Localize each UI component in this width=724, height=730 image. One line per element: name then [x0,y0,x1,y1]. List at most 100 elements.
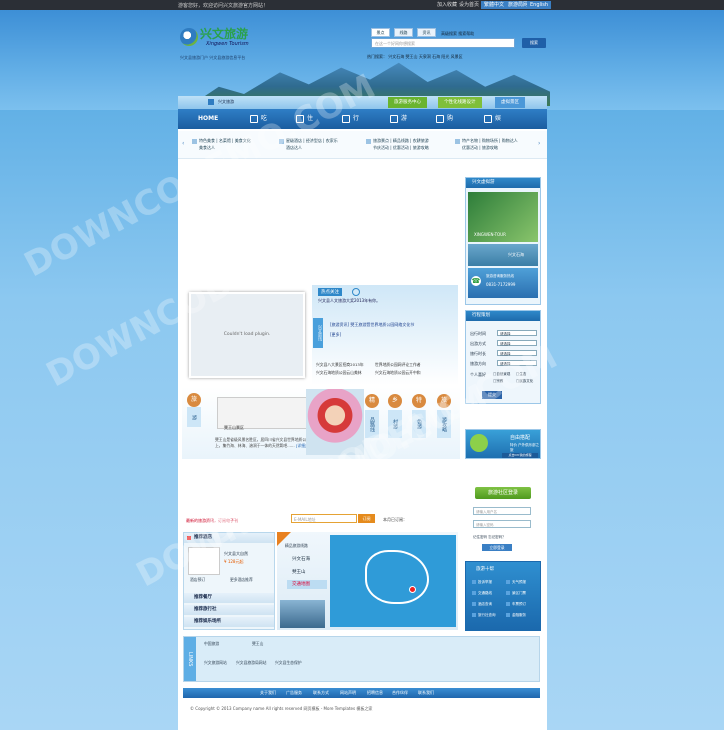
map-pin-icon[interactable] [409,586,416,593]
scenic-more-link[interactable]: [详细] [296,443,307,448]
search-tab-scenic[interactable]: 景点 [371,28,390,37]
footer-link-about[interactable]: 关于我们 [260,688,276,698]
remember-password[interactable]: 记住密码 忘记密码？ [473,535,506,540]
recommend-agency-row[interactable]: 推荐旅行社 [184,605,274,615]
top-bar: 游客您好，欢迎访问兴文旅游官方网站！ 加入收藏 设为首页 繁體中文 旅游局网 E… [0,0,724,10]
english-link[interactable]: English [527,1,552,9]
self-drive-panel[interactable]: 自由搭配 特价 户外俱乐部之旅 点击DIY我的旅程 [465,429,541,459]
news-item[interactable]: 世界地质公园网评论工作者 [375,362,421,368]
logo-icon[interactable] [180,28,198,46]
footer-link-partners[interactable]: 合作伙伴 [392,688,408,698]
hotline-banner[interactable]: ☎ 旅游咨询服务热线 0831-7172999 [468,268,538,298]
virtual-tour-image-label: XINGWEN-TOUR [474,232,506,237]
route-circle-2[interactable]: 乡 [388,394,402,408]
footer-link-contact[interactable]: 联系我们 [418,688,434,698]
footer-link-ads[interactable]: 广告服务 [286,688,302,698]
diy-badge-icon [470,434,488,452]
entertainment-icon [484,114,492,123]
link-logo-2[interactable]: 僰王山 [252,641,263,647]
friend-link-3[interactable]: 兴文县生态保护 [275,660,302,666]
finance-icon [506,613,510,617]
links-section [183,636,540,682]
planner-row-direction: 旅游方向 请选择 [470,360,537,367]
search-button[interactable]: 搜索 [522,38,546,48]
recommend-entertainment-row[interactable]: 推荐娱乐场所 [184,617,274,627]
map-thumbnail[interactable] [280,600,325,628]
map-tab-traffic[interactable]: 交通地图 [287,580,327,589]
nav-fun[interactable]: 娱 [484,109,501,129]
category-scenic[interactable]: 旅游景点 | 精品线路 | 农耕旅游 节庆活动 | 优惠活动 | 旅游攻略 [366,137,429,151]
nav-tour[interactable]: 游 [390,109,407,129]
service-tickets[interactable]: 景区门票 [506,591,526,596]
login-button[interactable]: 立即登录 [482,544,512,551]
tab-virtual-scenic[interactable]: 虚拟景区 [495,97,525,108]
email-field[interactable]: E-MAIL地址 [291,514,357,523]
news-item[interactable]: 兴文县八大景区招商2013年 [316,362,364,368]
logo-text[interactable]: 兴文旅游 [200,25,248,42]
recommend-restaurant-row[interactable]: 推荐餐厅 [184,593,274,603]
nav-shop[interactable]: 购 [436,109,453,129]
links-label: LINKS [184,637,196,681]
search-input[interactable]: 在这一个好网你想搜索 [371,38,515,48]
footer-link-statement[interactable]: 网站声明 [340,688,356,698]
hot-topic-title: 热点关注 [318,288,342,296]
hotel-icon [472,602,476,606]
headline-news[interactable]: [旅游资讯] 僰王旅游暨世界地质公园网络文化节 [330,322,414,328]
hot-topic-line[interactable]: 兴文县人文旅游大奖2013年有你。 [318,298,380,304]
link-logo-1[interactable]: 中国旅游 [204,641,219,647]
food-category-icon [192,138,197,144]
community-login-button[interactable]: 旅游社区登录 [475,487,531,499]
category-shopping[interactable]: 特产名物 | 购物场所 | 购物达人 优惠活动 | 旅游攻略 [455,137,518,151]
hot-search-words[interactable]: 热门搜索： 兴文石海 僰王山 天泉洞 石海 阳光 风景区 [367,54,463,60]
planner-row-time: 出行时间 请选择 [470,330,537,337]
password-field[interactable]: 请输入密码 [473,520,531,528]
more-hotels-link[interactable]: 更多酒店推荐 [230,577,253,583]
stone-sea-label: 兴文石海 [508,252,524,257]
stone-sea-image[interactable]: 兴文石海 [468,244,538,266]
advanced-search-link[interactable]: 高级搜索 搜索帮助 [441,31,474,37]
route-circle-1[interactable]: 精 [365,394,379,408]
search-tab-news[interactable]: 资讯 [417,28,436,37]
service-bus-ticket[interactable]: 车票预订 [506,602,526,607]
service-traffic[interactable]: 交通路线 [472,591,492,596]
tab-service-center[interactable]: 旅游服务中心 [388,97,427,108]
service-agency[interactable]: 旅行社查询 [472,613,496,618]
prev-arrow-icon[interactable]: ‹ [182,140,184,147]
friend-link-1[interactable]: 兴文旅游网站 [204,660,227,666]
service-hotel[interactable]: 酒店查询 [472,602,492,607]
news-side-label: 兴文资讯 [313,318,323,348]
cart-icon [436,114,444,123]
nav-home[interactable]: HOME [198,109,218,129]
self-drive-subtitle: 特价 户外俱乐部之旅 [510,443,540,452]
ticket-icon [506,591,510,595]
news-item[interactable]: 兴文石海地质公园云开中和 [375,370,421,376]
virtual-tour-image[interactable]: XINGWEN-TOUR [468,192,538,242]
footer-link-contact-info[interactable]: 联系方式 [313,688,329,698]
home-icon [208,99,214,105]
subscribe-button[interactable]: 订阅 [358,514,375,523]
hotline-label: 旅游咨询服务热线 [486,274,514,278]
map-tab-stone-sea[interactable]: 兴文石海 [292,556,310,562]
tab-custom-route[interactable]: 个性化线路设计 [438,97,482,108]
friend-link-2[interactable]: 兴文县旅游局网站 [236,660,266,666]
headline-more-link[interactable]: [更多] [330,332,341,338]
map-tab-bowang[interactable]: 僰王山 [292,569,306,575]
planner-select-time[interactable]: 请选择 [497,330,537,336]
agency-icon [472,613,476,617]
traditional-chinese-link[interactable]: 繁體中文 [481,1,508,9]
virtual-tour-panel: 兴文虚拟游 XINGWEN-TOUR 兴文石海 ☎ 旅游咨询服务热线 0831-… [465,177,541,305]
next-arrow-icon[interactable]: › [538,140,540,147]
service-complaint[interactable]: 投诉举报 [472,580,492,585]
search-icon[interactable] [352,288,360,296]
search-tab-routes[interactable]: 线路 [394,28,413,37]
service-weather[interactable]: 天气预报 [506,580,526,585]
username-field[interactable]: 请输入用户名 [473,507,531,515]
complaint-icon [472,580,476,584]
hotel-booking-link[interactable]: 酒店预订 [190,577,205,583]
diy-trip-button[interactable]: 点击DIY我的旅程 [502,453,538,458]
service-finance[interactable]: 金融服务 [506,613,526,618]
news-item[interactable]: 兴文石海地质公园云山美林 [316,370,362,376]
footer-link-jobs[interactable]: 招聘信息 [367,688,383,698]
set-homepage-link[interactable]: 设为首页 [456,1,482,9]
scenic-photo-caption: 僰王山景区 [224,425,244,430]
